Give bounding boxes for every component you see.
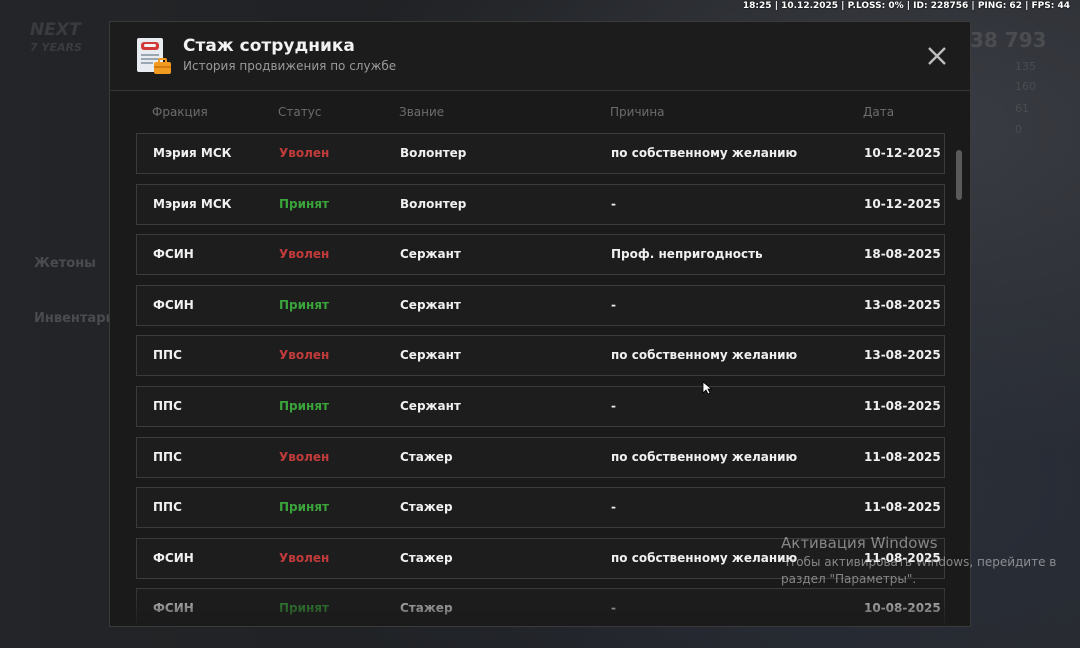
row-faction: ФСИН: [153, 247, 194, 262]
modal-header: Стаж сотрудника История продвижения по с…: [110, 22, 970, 91]
row-reason: -: [611, 500, 616, 515]
row-status: Уволен: [279, 449, 330, 464]
table-row: Мэрия МСК Принят Волонтер - 10-12-2025: [136, 183, 945, 225]
row-date: 10-12-2025: [864, 146, 941, 160]
background-logo: NEXT 7 YEARS: [30, 22, 82, 56]
table-row: ППС Уволен Сержант по собственному желанию 1…: [136, 335, 945, 377]
row-faction: ППС: [153, 348, 182, 363]
row-reason: по собственному желанию: [611, 348, 798, 363]
row-faction: Мэрия МСК: [153, 146, 232, 160]
row-reason: -: [611, 297, 616, 312]
column-header-faction: Фракция: [152, 105, 208, 119]
row-faction: ППС: [153, 500, 182, 515]
table-row: ФСИН Принят Сержант - 13-08-2025: [136, 284, 945, 326]
row-rank: Сержант: [400, 348, 461, 363]
background-stat: 160: [1015, 80, 1036, 93]
row-rank: Сержант: [400, 247, 461, 262]
table-row: ППС Принят Стажер - 11-08-2025: [136, 487, 945, 529]
row-date: 13-08-2025: [864, 348, 941, 363]
row-rank: Стажер: [400, 550, 453, 565]
row-status: Принят: [279, 196, 329, 211]
table-row: ППС Уволен Стажер по собственному желанию 11…: [136, 436, 945, 478]
logo-line-2: 7 YEARS: [30, 41, 82, 54]
watermark-line: раздел "Параметры".: [781, 572, 917, 586]
row-status: Уволен: [279, 550, 330, 565]
row-reason: -: [611, 399, 616, 413]
row-status: Принят: [279, 297, 329, 312]
watermark-line: Чтобы активировать Windows, перейдите в: [781, 555, 1057, 569]
row-reason: по собственному желанию: [611, 550, 798, 565]
row-date: 11-08-2025: [864, 500, 941, 515]
row-reason: по собственному желанию: [611, 449, 798, 464]
row-status: Принят: [279, 399, 329, 413]
row-status: Уволен: [279, 348, 330, 363]
mouse-cursor-icon: [702, 381, 712, 395]
background-money: 38 793: [970, 28, 1047, 52]
row-faction: ППС: [153, 449, 182, 464]
row-status: Уволен: [279, 146, 330, 160]
scrollbar-thumb[interactable]: [956, 150, 962, 200]
row-rank: Волонтер: [400, 196, 467, 211]
modal-subtitle: История продвижения по службе: [183, 59, 397, 73]
background-stat: 0: [1015, 123, 1022, 136]
column-header-rank: Звание: [399, 105, 445, 119]
background-side-item: Инвентарь: [34, 311, 114, 326]
row-faction: ФСИН: [153, 550, 194, 565]
row-date: 11-08-2025: [864, 399, 941, 413]
document-briefcase-icon: [137, 38, 171, 74]
background-stat: 135: [1015, 60, 1036, 73]
row-reason: по собственному желанию: [611, 146, 798, 160]
row-reason: Проф. непригодность: [611, 247, 763, 262]
row-rank: Сержант: [400, 399, 461, 413]
modal-title: Стаж сотрудника: [183, 36, 355, 56]
watermark-title: Активация Windows: [781, 534, 938, 552]
row-date: 10-08-2025: [864, 601, 941, 616]
row-rank: Стажер: [400, 500, 453, 515]
windows-activation-watermark: Активация Windows Чтобы активировать Win…: [781, 534, 1056, 586]
logo-line-1: NEXT: [30, 20, 81, 40]
close-icon[interactable]: [923, 42, 951, 70]
row-rank: Стажер: [400, 449, 453, 464]
row-reason: -: [611, 601, 616, 616]
row-date: 11-08-2025: [864, 449, 941, 464]
row-reason: -: [611, 196, 616, 211]
column-header-status: Статус: [278, 105, 322, 119]
row-rank: Волонтер: [400, 146, 467, 160]
row-faction: Мэрия МСК: [153, 196, 232, 211]
background-side-item: Жетоны: [34, 256, 96, 271]
row-faction: ФСИН: [153, 601, 194, 616]
row-date: 13-08-2025: [864, 297, 941, 312]
background-stat: 61: [1015, 102, 1029, 115]
row-faction: ППС: [153, 399, 182, 413]
table-row: ФСИН Принят Стажер - 10-08-2025: [136, 588, 945, 626]
row-date: 10-12-2025: [864, 196, 941, 211]
table-row: ППС Принят Сержант - 11-08-2025: [136, 386, 945, 427]
table-row: ФСИН Уволен Сержант Проф. непригодность 18-0…: [136, 234, 945, 276]
row-faction: ФСИН: [153, 297, 194, 312]
row-status: Принят: [279, 601, 329, 616]
row-status: Принят: [279, 500, 329, 515]
row-rank: Сержант: [400, 297, 461, 312]
column-header-date: Дата: [863, 105, 895, 119]
row-date: 18-08-2025: [864, 247, 941, 262]
row-status: Уволен: [279, 247, 330, 262]
column-header-reason: Причина: [610, 105, 665, 119]
table-row: Мэрия МСК Уволен Волонтер по собственному ж…: [136, 133, 945, 174]
row-rank: Стажер: [400, 601, 453, 616]
hud-status-bar: 18:25 | 10.12.2025 | P.LOSS: 0% | ID: 22…: [742, 1, 1070, 11]
